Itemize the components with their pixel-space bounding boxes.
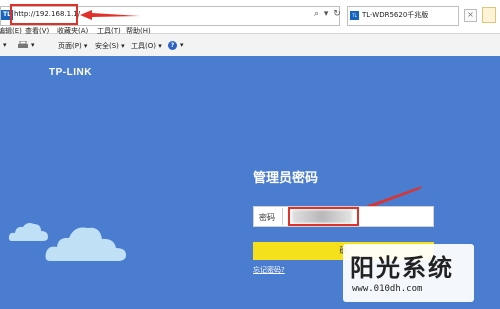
menu-help[interactable]: 帮助(H) — [126, 26, 151, 36]
help-menu-arrow[interactable]: ▾ — [180, 41, 184, 49]
menu-bar: 编辑(E) 查看(V) 收藏夹(A) 工具(T) 帮助(H) — [0, 24, 500, 37]
password-label: 密码 — [259, 213, 275, 222]
password-divider — [282, 208, 283, 225]
menu-edit[interactable]: 编辑(E) — [0, 26, 22, 36]
browser-chrome: TL http://192.168.1.1/ ⌕ ▾ ↻ ✕ TL TL-WDR… — [0, 0, 500, 56]
tab-favicon: TL — [350, 11, 359, 20]
menu-favorites[interactable]: 收藏夹(A) — [57, 26, 88, 36]
tp-link-logo: TP-LINK — [49, 67, 92, 78]
tab-close-icon[interactable]: × — [464, 9, 477, 22]
page-title: 管理员密码 — [253, 171, 319, 186]
command-page[interactable]: 页面(P) ▾ — [58, 41, 87, 51]
watermark-url: www.010dh.com — [352, 284, 423, 294]
forgot-password-link[interactable]: 忘记密码? — [253, 265, 285, 275]
watermark-title: 阳光系统 — [350, 253, 454, 282]
menu-view[interactable]: 查看(V) — [25, 26, 49, 36]
password-highlight-box — [288, 207, 359, 226]
command-bar: ▾ ▾ 页面(P) ▾ 安全(S) ▾ 工具(O) ▾ ▾ — [0, 38, 500, 54]
command-safety[interactable]: 安全(S) ▾ — [95, 41, 125, 51]
arrow-annotation-icon — [80, 10, 140, 20]
command-arrow[interactable]: ▾ — [3, 41, 7, 49]
cloud-icon — [45, 227, 126, 261]
help-icon[interactable]: ? — [168, 41, 177, 50]
url-highlight-box — [10, 4, 78, 25]
tab-title[interactable]: TL-WDR5620千兆版 — [362, 10, 428, 20]
command-tools[interactable]: 工具(O) ▾ — [131, 41, 162, 51]
print-menu-arrow[interactable]: ▾ — [31, 41, 35, 49]
new-tab-icon[interactable] — [482, 7, 496, 23]
menu-tools[interactable]: 工具(T) — [97, 26, 121, 36]
print-icon[interactable] — [18, 40, 28, 51]
